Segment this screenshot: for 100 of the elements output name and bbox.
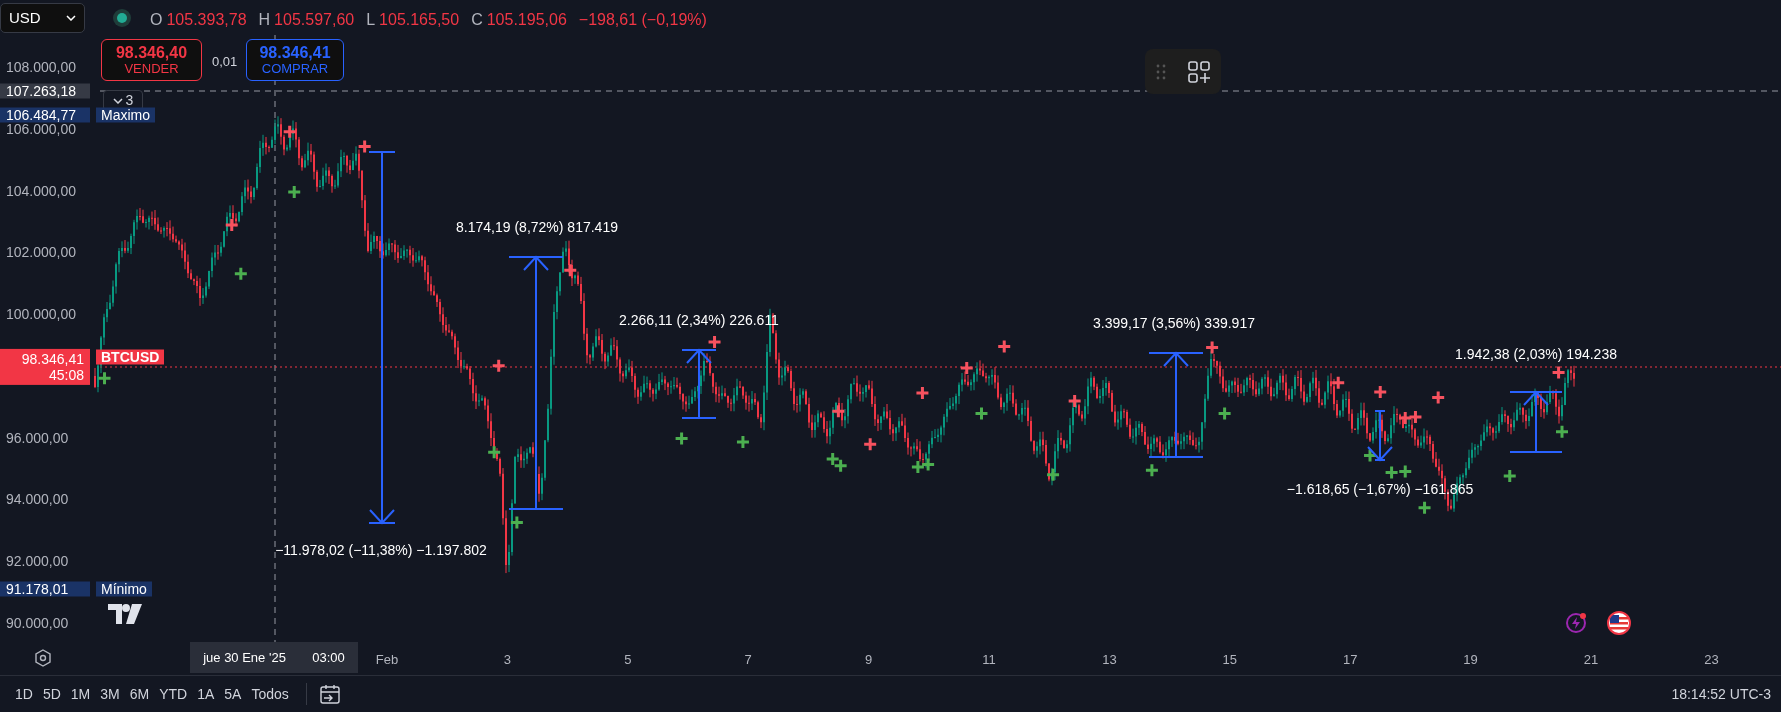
range-button[interactable]: YTD (154, 681, 193, 707)
price-tick: 108.000,00 (6, 61, 77, 73)
price-tick: 92.000,00 (6, 555, 69, 568)
plus-icon (1551, 365, 1567, 381)
plus-icon (1217, 406, 1233, 421)
range-button[interactable]: 3M (95, 681, 125, 707)
currency-select[interactable]: USD (0, 3, 85, 33)
plus-icon (1407, 409, 1423, 425)
legend-value: 105.393,78 (166, 10, 247, 30)
time-tick: 15 (1222, 651, 1238, 669)
spread-value: 0,01 (212, 53, 238, 71)
plus-icon (282, 124, 298, 140)
plus-icon (1397, 463, 1413, 479)
time-tick: 17 (1342, 651, 1358, 669)
plus-icon (1204, 340, 1220, 356)
plus-icon (1554, 424, 1570, 440)
price-tick: 94.000,00 (6, 493, 69, 506)
measurement-label: −11.978,02 (−11,38%) −1.197.802 (275, 540, 487, 560)
plus-icon (833, 458, 849, 474)
market-status-icon (113, 9, 131, 27)
flag-icon[interactable] (1607, 611, 1631, 635)
plus-icon (974, 406, 989, 421)
price-tick: 104.000,00 (6, 184, 77, 197)
legend-key: C (471, 8, 483, 32)
plus-icon (1362, 448, 1378, 464)
price-tick: 102.000,00 (6, 246, 77, 259)
logo-icon (108, 604, 142, 624)
price-range-arrow (681, 348, 717, 419)
price-tick: 100.000,00 (6, 308, 77, 321)
calendar-icon[interactable] (318, 683, 341, 705)
sell-button[interactable]: 98.346,40 VENDER (101, 39, 202, 81)
price-range-arrow (1367, 410, 1393, 462)
plus-icon (735, 434, 751, 450)
price-marker: 107.263,18 (0, 83, 90, 99)
price-tag: BTCUSD (96, 349, 165, 365)
plus-icon (996, 339, 1012, 354)
plus-icon (1045, 467, 1061, 483)
plus-icon (562, 262, 578, 278)
plus-icon (97, 370, 112, 386)
legend-key: L (366, 8, 376, 32)
crosshair-time-label: jue 30 Ene '25 03:00 (190, 642, 358, 673)
plus-icon (233, 266, 249, 282)
legend-key: H (258, 8, 271, 32)
plus-icon (959, 360, 975, 376)
price-tag: Maximo (96, 107, 155, 123)
plus-icon (707, 334, 723, 350)
countdown-timer: 45:08 (47, 367, 84, 384)
time-tick: 5 (624, 651, 632, 669)
plus-icon (920, 457, 936, 473)
plus-icon (1397, 410, 1413, 426)
range-button[interactable]: 6M (124, 681, 155, 707)
plus-icon (1144, 462, 1160, 478)
time-tick: 3 (503, 651, 511, 669)
plus-icon (1384, 465, 1400, 481)
range-button[interactable]: 5A (219, 681, 247, 707)
plus-icon (1330, 375, 1346, 391)
measurement-label: 3.399,17 (3,56%) 339.917 (1093, 313, 1255, 333)
time-tick: 19 (1463, 651, 1478, 669)
time-tick: 9 (865, 651, 873, 669)
lightning-icon[interactable] (1565, 612, 1587, 634)
price-change: −198,61 (−0,19%) (578, 10, 707, 30)
plus-icon (674, 431, 690, 446)
plus-icon (1067, 393, 1083, 409)
plus-icon (357, 139, 373, 155)
plus-icon (862, 436, 878, 452)
time-tick: 21 (1583, 651, 1599, 669)
range-button[interactable]: Todos (246, 681, 294, 707)
buy-button[interactable]: 98.346,41 COMPRAR (246, 39, 344, 81)
legend-value: 105.597,60 (274, 10, 355, 30)
plus-icon (486, 444, 502, 460)
caret-icon (66, 15, 76, 21)
measurement-label: 1.942,38 (2,03%) 194.238 (1455, 344, 1617, 364)
price-tick: 90.000,00 (6, 617, 69, 629)
range-button[interactable]: 1M (65, 681, 96, 707)
plus-icon (224, 217, 240, 233)
price-marker: 106.484,77 (0, 107, 90, 123)
range-button[interactable]: 5D (37, 681, 66, 707)
range-button[interactable]: 1D (10, 681, 38, 707)
time-tick: Feb (375, 651, 399, 669)
legend-value: 105.195,06 (486, 10, 567, 30)
settings-icon[interactable] (34, 649, 52, 667)
plus-icon (825, 451, 841, 467)
add-widget-icon[interactable] (1188, 60, 1210, 83)
plus-icon (491, 358, 507, 374)
legend-key: O (150, 8, 163, 32)
range-button[interactable]: 1A (192, 681, 220, 707)
clock-text: 18:14:52 UTC-3 (1671, 684, 1771, 704)
plus-icon (1372, 384, 1388, 400)
plus-icon (1430, 390, 1446, 406)
price-marker: 91.178,01 (0, 581, 90, 597)
price-range-arrow (1509, 390, 1563, 453)
plus-icon (509, 515, 525, 531)
time-tick: 23 (1704, 651, 1719, 669)
price-marker-value: 98.346,41 (20, 350, 84, 367)
plus-icon (910, 459, 926, 475)
plus-icon (830, 403, 846, 419)
legend-value: 105.165,50 (379, 10, 460, 30)
plus-icon (286, 184, 302, 200)
drag-handle-icon[interactable] (1156, 63, 1166, 80)
time-tick: 13 (1102, 651, 1117, 669)
